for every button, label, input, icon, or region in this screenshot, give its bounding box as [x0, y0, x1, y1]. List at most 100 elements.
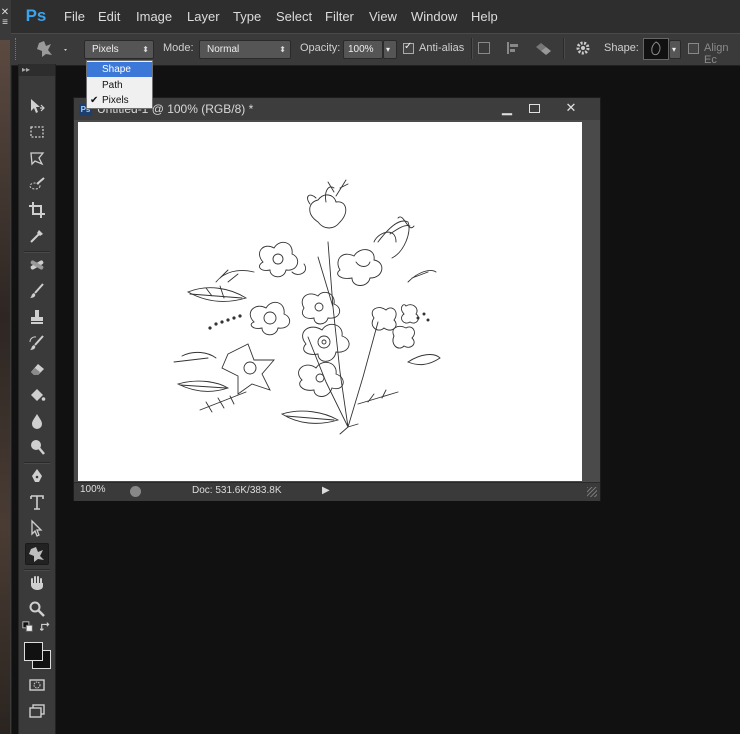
dropdown-item-path[interactable]: Path: [87, 78, 152, 93]
close-icon: ✕ ≡: [0, 7, 10, 28]
clone-stamp-icon[interactable]: [25, 306, 49, 328]
brush-tool-icon[interactable]: [25, 280, 49, 302]
gear-icon[interactable]: [574, 39, 594, 62]
shape-picker-swatch[interactable]: [643, 38, 669, 60]
menu-filter[interactable]: Filter: [325, 0, 354, 33]
minimize-button[interactable]: ▁: [494, 98, 520, 117]
marquee-tool-icon[interactable]: [25, 121, 49, 143]
zoom-tool-icon[interactable]: [25, 598, 49, 620]
vertical-scrollbar[interactable]: [584, 122, 598, 481]
divider: [24, 462, 50, 464]
menu-bar: Ps File Edit Image Layer Type Select Fil…: [11, 0, 740, 33]
resize-grip-icon[interactable]: [587, 487, 597, 497]
healing-brush-icon[interactable]: [25, 254, 49, 276]
select-arrows-icon: ⬍: [142, 45, 149, 54]
dropdown-item-pixels[interactable]: ✔ Pixels: [87, 93, 152, 108]
status-info-icon[interactable]: [130, 486, 141, 497]
tool-mode-value: Pixels: [92, 44, 119, 55]
dodge-tool-icon[interactable]: [25, 436, 49, 458]
menu-select[interactable]: Select: [276, 0, 312, 33]
dropdown-item-label: Pixels: [102, 95, 129, 106]
lasso-tool-icon[interactable]: [25, 147, 49, 169]
dropdown-item-label: Path: [102, 80, 123, 91]
background-photo: [0, 40, 10, 734]
divider: [563, 38, 565, 59]
menu-type[interactable]: Type: [233, 0, 261, 33]
dropdown-item-label: Shape: [102, 64, 131, 75]
status-bar: 100% Doc: 531.6K/383.8K ▶: [74, 482, 600, 501]
menu-view[interactable]: View: [369, 0, 397, 33]
foreground-color-swatch[interactable]: [22, 640, 52, 670]
dropdown-item-shape[interactable]: Shape: [87, 62, 152, 77]
options-grip[interactable]: [15, 38, 20, 60]
close-icon: ✕: [565, 100, 577, 115]
swap-colors-icon[interactable]: [39, 620, 53, 634]
antialias-checkbox[interactable]: ✓: [403, 41, 414, 54]
crop-tool-icon[interactable]: [25, 199, 49, 221]
menu-layer[interactable]: Layer: [187, 0, 220, 33]
eraser-icon[interactable]: [25, 358, 49, 380]
quick-selection-icon[interactable]: [25, 173, 49, 195]
path-arrangement-icon[interactable]: [533, 39, 555, 60]
pen-tool-icon[interactable]: [25, 465, 49, 487]
move-tool-icon[interactable]: [25, 95, 49, 117]
blur-tool-icon[interactable]: [25, 410, 49, 432]
doc-size-info: Doc: 531.6K/383.8K: [192, 485, 282, 496]
chevron-down-icon: ▾: [386, 45, 391, 54]
menu-image[interactable]: Image: [136, 0, 172, 33]
blend-mode-select[interactable]: Normal ⬍: [199, 40, 291, 59]
paint-bucket-icon[interactable]: [25, 384, 49, 406]
path-selection-icon[interactable]: [25, 517, 49, 539]
tool-mode-dropdown: Shape Path ✔ Pixels: [86, 60, 153, 109]
opacity-slider-button[interactable]: ▾: [383, 40, 397, 59]
divider: [471, 38, 473, 59]
tools-panel: ▸▸: [18, 64, 56, 734]
opacity-value: 100%: [348, 44, 374, 55]
menu-file[interactable]: File: [64, 0, 85, 33]
shape-picker-dropdown[interactable]: ▾: [669, 40, 681, 59]
tool-mode-select[interactable]: Pixels ⬍: [84, 40, 154, 59]
background-window-edge: ✕ ≡: [0, 0, 12, 734]
image-canvas[interactable]: [78, 122, 582, 481]
menu-help[interactable]: Help: [471, 0, 498, 33]
align-edges-checkbox[interactable]: [688, 43, 699, 54]
mode-label: Mode:: [163, 42, 194, 54]
path-alignment-icon[interactable]: [505, 40, 521, 59]
eyedropper-icon[interactable]: [25, 225, 49, 247]
status-menu-arrow-icon[interactable]: ▶: [322, 485, 330, 496]
shape-label: Shape:: [604, 42, 639, 54]
align-edges-label: Align Ec: [704, 42, 729, 66]
custom-shape-icon[interactable]: [25, 543, 49, 565]
default-colors-icon[interactable]: [21, 620, 35, 634]
menu-edit[interactable]: Edit: [98, 0, 120, 33]
select-arrows-icon: ⬍: [279, 45, 286, 54]
foreground-color-box[interactable]: [24, 642, 43, 661]
menu-window[interactable]: Window: [411, 0, 457, 33]
document-window[interactable]: Ps Untitled-1 @ 100% (RGB/8) * ▁ ✕ 100% …: [73, 97, 601, 501]
divider: [24, 251, 50, 253]
opacity-label: Opacity:: [300, 42, 341, 54]
quick-mask-icon[interactable]: [25, 674, 49, 696]
chevron-down-icon: ▾: [672, 45, 677, 54]
tool-preset-picker[interactable]: [35, 39, 69, 62]
shape-preview-icon: [651, 41, 661, 56]
hand-tool-icon[interactable]: [25, 572, 49, 594]
type-tool-icon[interactable]: [25, 491, 49, 513]
history-brush-icon[interactable]: [25, 332, 49, 354]
minimize-icon: ▁: [502, 100, 512, 115]
blend-mode-value: Normal: [207, 44, 240, 55]
checkmark-icon: ✔: [90, 95, 99, 106]
checkmark-icon: ✓: [404, 41, 413, 52]
panel-collapse-icon[interactable]: ▸▸: [19, 64, 55, 76]
photoshop-logo-icon: Ps: [25, 6, 47, 25]
close-button[interactable]: ✕: [558, 98, 584, 117]
maximize-button[interactable]: [521, 98, 547, 117]
zoom-level[interactable]: 100%: [80, 484, 106, 495]
antialias-label: Anti-alias: [419, 42, 465, 54]
path-operations-icon[interactable]: [478, 42, 490, 54]
screen-mode-icon[interactable]: [25, 700, 49, 722]
maximize-icon: [528, 104, 540, 114]
opacity-input[interactable]: 100%: [343, 40, 383, 59]
divider: [24, 569, 50, 571]
flower-bouquet-drawing: [173, 179, 441, 435]
